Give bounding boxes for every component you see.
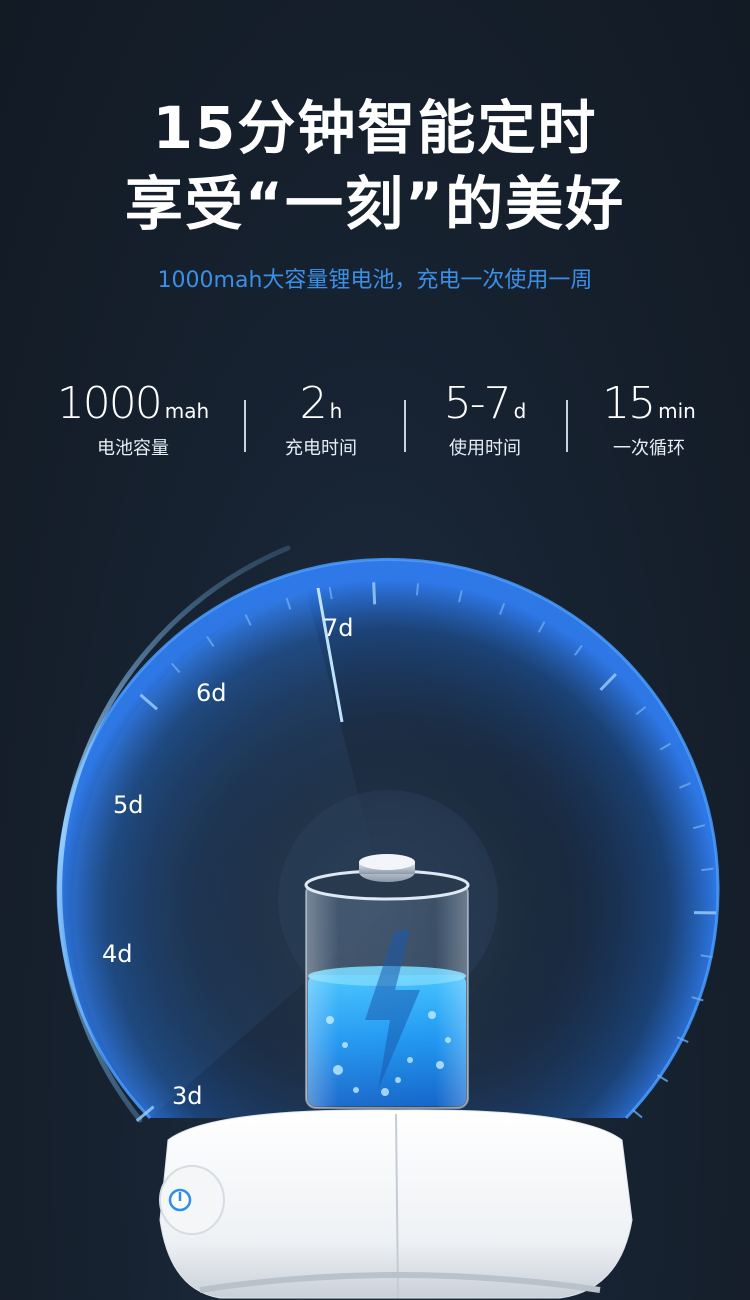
- gauge-tick: [372, 582, 377, 605]
- spec-unit: mah: [164, 399, 210, 423]
- gauge-label-5d: 5d: [113, 791, 144, 819]
- spec-label: 充电时间: [285, 438, 357, 459]
- gauge-label-6d: 6d: [196, 679, 227, 707]
- spec-value: 2: [299, 378, 328, 429]
- spec-row: 1000 mah 电池容量 2h 充电时间 5-7 d 使用时间 15 min 一次循…: [0, 378, 750, 468]
- spec-unit: d: [513, 399, 527, 423]
- gauge-tick: [415, 583, 420, 596]
- spec-unit: h: [329, 399, 343, 423]
- headline-line-1: 15分钟智能定时: [152, 94, 598, 162]
- spec-battery-capacity: 1000 mah 电池容量: [48, 378, 218, 460]
- spec-unit: min: [658, 399, 696, 423]
- spec-value: 5-7: [443, 378, 512, 429]
- headline-line-2: 享受“一刻”的美好: [124, 170, 626, 238]
- eye-massager-device: [159, 1109, 633, 1299]
- spec-cycle-time: 15 min 一次循环: [564, 378, 734, 460]
- spec-value: 1000: [56, 378, 163, 429]
- battery-icon: [304, 854, 470, 1109]
- gauge-tick: [632, 1109, 643, 1119]
- spec-label: 电池容量: [97, 438, 169, 459]
- spec-label: 使用时间: [449, 438, 521, 459]
- spec-charge-time: 2h 充电时间: [236, 378, 406, 460]
- gauge-label-3d: 3d: [172, 1082, 203, 1110]
- battery-life-gauge: 3d 4d 5d 6d 7d: [56, 545, 720, 1299]
- spec-label: 一次循环: [613, 438, 685, 459]
- spec-value: 15: [602, 378, 656, 429]
- subtitle: 1000mah大容量锂电池，充电一次使用一周: [157, 268, 593, 293]
- gauge-label-4d: 4d: [102, 940, 133, 968]
- spec-usage-time: 5-7 d 使用时间: [400, 378, 570, 460]
- gauge-label-7d: 7d: [323, 614, 354, 642]
